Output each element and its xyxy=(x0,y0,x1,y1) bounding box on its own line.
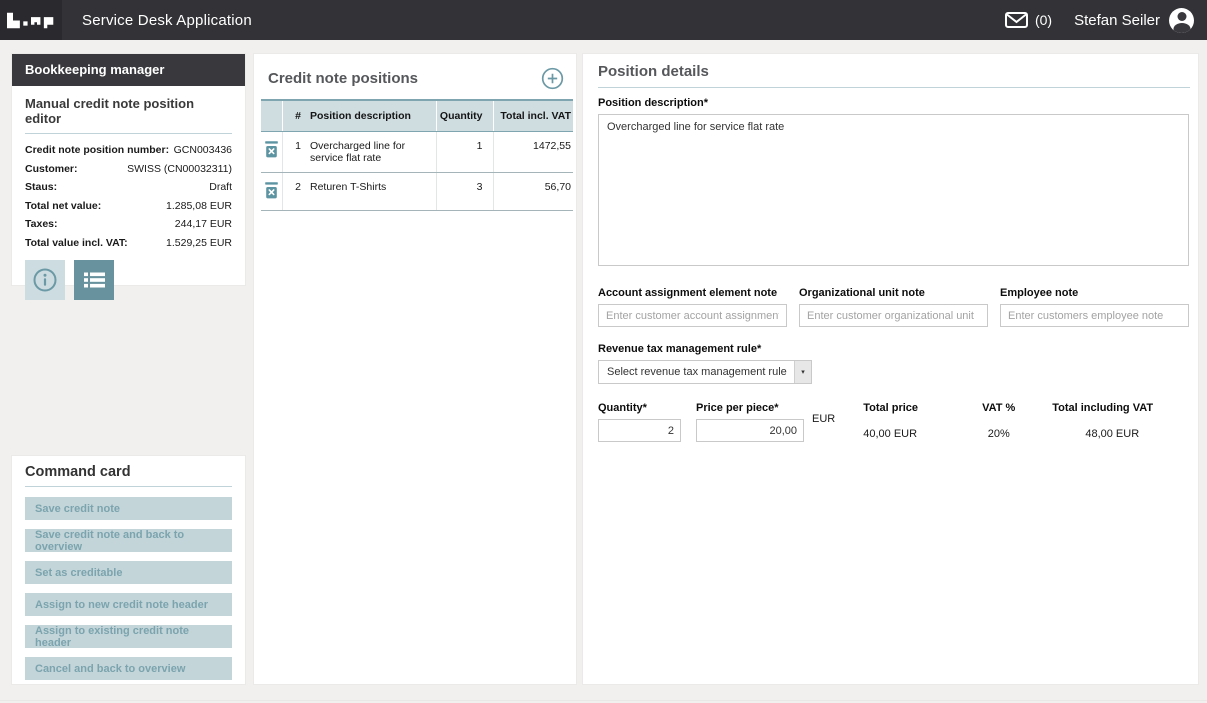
set-as-creditable-button[interactable]: Set as creditable xyxy=(25,561,232,584)
kv-status: Staus: Draft xyxy=(25,181,232,193)
vat-value: 20% xyxy=(987,428,1010,440)
quantity-input[interactable] xyxy=(598,419,681,442)
save-and-back-button[interactable]: Save credit note and back to overview xyxy=(25,529,232,553)
price-input[interactable] xyxy=(696,419,804,442)
org-note-label: Organizational unit note xyxy=(799,287,925,299)
row-quantity: 1 xyxy=(436,131,494,173)
total-price-label: Total price xyxy=(863,402,919,414)
total-price-value: 40,00 EUR xyxy=(863,428,918,440)
kv-customer: Customer: SWISS (CN00032311) xyxy=(25,162,232,175)
trash-icon xyxy=(264,181,279,199)
row-number: 2 xyxy=(282,172,304,211)
app-logo xyxy=(0,0,62,40)
account-note-input[interactable] xyxy=(598,304,787,327)
positions-title: Credit note positions xyxy=(268,70,418,87)
total-incl-vat-label: Total including VAT xyxy=(1052,402,1154,414)
account-note-label: Account assignment element note xyxy=(598,287,778,299)
col-description: Position description xyxy=(304,100,437,132)
logo-glyphs xyxy=(7,12,54,28)
total-incl-vat-value: 48,00 EUR xyxy=(1085,428,1140,440)
position-details-panel: Position details Position description* O… xyxy=(582,53,1199,685)
bookkeeping-card-title: Bookkeeping manager xyxy=(12,54,245,86)
user-avatar-icon[interactable] xyxy=(1169,7,1194,33)
price-label: Price per piece* xyxy=(696,402,779,414)
trash-icon xyxy=(264,140,279,158)
command-card: Command card Save credit note Save credi… xyxy=(11,455,246,685)
chevron-down-icon: ▾ xyxy=(794,361,811,383)
assign-existing-header-button[interactable]: Assign to existing credit note header xyxy=(25,625,232,649)
tax-rule-select[interactable]: Select revenue tax management rule ▾ xyxy=(598,360,812,384)
add-position-button[interactable] xyxy=(541,67,564,90)
positions-header-row: # Position description Quantity Total in… xyxy=(261,100,573,132)
kv-taxes: Taxes: 244,17 EUR xyxy=(25,218,232,230)
row-number: 1 xyxy=(282,131,304,173)
delete-position-button[interactable] xyxy=(264,140,279,158)
editor-title: Manual credit note position editor xyxy=(25,96,232,134)
table-row[interactable]: 1 Overcharged line for service flat rate… xyxy=(261,131,573,173)
command-card-title: Command card xyxy=(25,464,232,487)
row-total: 56,70 xyxy=(493,172,573,211)
col-actions xyxy=(261,100,283,132)
employee-note-input[interactable] xyxy=(1000,304,1189,327)
bookkeeping-manager-card: Bookkeeping manager Manual credit note p… xyxy=(11,53,246,300)
row-quantity: 3 xyxy=(436,172,494,211)
tax-rule-label: Revenue tax management rule* xyxy=(598,343,762,355)
quantity-label: Quantity* xyxy=(598,402,647,414)
mail-count: (0) xyxy=(1034,12,1053,28)
vat-label: VAT % xyxy=(982,402,1016,414)
price-currency-label: EUR xyxy=(812,413,836,425)
info-button[interactable] xyxy=(25,259,65,300)
employee-note-label: Employee note xyxy=(1000,287,1079,299)
app-header: Service Desk Application (0) Stefan Seil… xyxy=(0,0,1207,40)
delete-position-button[interactable] xyxy=(264,181,279,199)
positions-table: # Position description Quantity Total in… xyxy=(261,99,573,211)
col-quantity: Quantity xyxy=(436,100,494,132)
kv-total-net: Total net value: 1.285,08 EUR xyxy=(25,199,232,212)
page-bottom-divider xyxy=(0,700,1207,701)
kv-total-incl-vat: Total value incl. VAT: 1.529,25 EUR xyxy=(25,236,232,249)
description-textarea[interactable]: Overcharged line for service flat rate xyxy=(598,114,1189,266)
info-icon xyxy=(32,267,58,293)
col-total-incl-vat: Total incl. VAT xyxy=(493,100,573,132)
col-number: # xyxy=(282,100,304,132)
list-view-button[interactable] xyxy=(74,259,114,300)
row-description: Returen T-Shirts xyxy=(304,172,437,211)
kv-credit-note-number: Credit note position number: GCN003436 xyxy=(25,144,232,156)
save-credit-note-button[interactable]: Save credit note xyxy=(25,497,232,520)
table-row[interactable]: 2 Returen T-Shirts 3 56,70 xyxy=(261,172,573,211)
user-name: Stefan Seiler xyxy=(1074,11,1160,29)
plus-circle-icon xyxy=(541,67,564,90)
details-title: Position details xyxy=(598,63,1190,88)
list-icon xyxy=(83,272,105,288)
description-label: Position description* xyxy=(598,97,709,109)
tax-rule-selected-value: Select revenue tax management rule xyxy=(607,366,787,378)
cancel-back-button[interactable]: Cancel and back to overview xyxy=(25,657,232,680)
credit-note-positions-panel: Credit note positions # Position descrip… xyxy=(253,53,577,685)
row-description: Overcharged line for service flat rate xyxy=(304,131,437,173)
app-title: Service Desk Application xyxy=(82,11,252,29)
mail-icon[interactable] xyxy=(1004,12,1028,28)
org-note-input[interactable] xyxy=(799,304,988,327)
row-total: 1472,55 xyxy=(493,131,573,173)
assign-new-header-button[interactable]: Assign to new credit note header xyxy=(25,593,232,616)
